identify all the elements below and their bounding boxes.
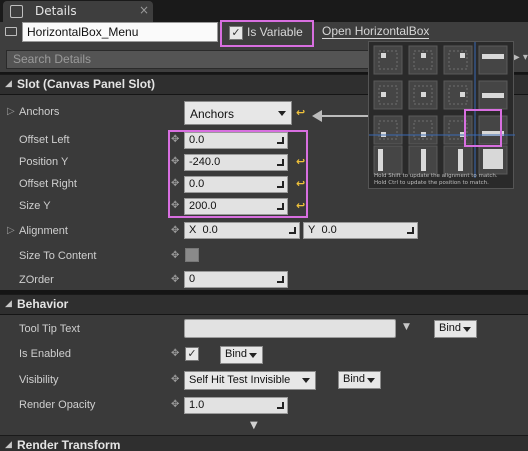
open-horizontalbox-link[interactable]: Open HorizontalBox bbox=[322, 24, 430, 39]
resize-icon bbox=[289, 227, 296, 234]
widget-name-input[interactable]: HorizontalBox_Menu bbox=[22, 22, 218, 42]
collapse-icon: ◢ bbox=[5, 440, 12, 450]
callout-arrow-line bbox=[320, 115, 372, 117]
anchor-grid bbox=[369, 42, 515, 178]
alignment-x-field[interactable]: X 0.0 bbox=[184, 222, 300, 239]
alignment-label: Alignment bbox=[19, 225, 68, 237]
anchor-top-left bbox=[373, 45, 403, 75]
offset-fields-highlight bbox=[168, 130, 308, 218]
bind-label: Bind bbox=[225, 348, 248, 360]
is-variable-checkbox[interactable]: ✓ bbox=[229, 26, 243, 40]
pin-icon[interactable]: ✥ bbox=[171, 274, 179, 285]
alignment-y-field[interactable]: Y 0.0 bbox=[303, 222, 418, 239]
alignment-y-value: 0.0 bbox=[321, 224, 337, 236]
anchor-top-stretch bbox=[478, 45, 508, 75]
collapse-icon: ◢ bbox=[5, 299, 12, 309]
zorder-field[interactable]: 0 bbox=[184, 271, 288, 288]
close-icon[interactable]: × bbox=[139, 3, 149, 17]
position-y-label: Position Y bbox=[19, 156, 69, 168]
alignment-x-label: X bbox=[189, 224, 197, 236]
chevron-down-icon bbox=[249, 353, 257, 358]
size-y-label: Size Y bbox=[19, 200, 51, 212]
resize-icon bbox=[277, 402, 284, 409]
offset-right-label: Offset Right bbox=[19, 178, 77, 190]
callout-arrow-head bbox=[312, 110, 322, 122]
anchors-value: Anchors bbox=[190, 107, 235, 121]
pin-icon[interactable]: ✥ bbox=[171, 374, 179, 385]
anchor-presets-popup: Hold Shift to update the alignment to ma… bbox=[368, 41, 515, 189]
tab-title: Details bbox=[35, 4, 77, 18]
anchor-top-center bbox=[408, 45, 438, 75]
pin-icon[interactable]: ✥ bbox=[171, 250, 179, 261]
anchor-bottom-stretch bbox=[478, 115, 508, 145]
visibility-bind-button[interactable]: Bind bbox=[338, 371, 381, 389]
resize-icon bbox=[277, 276, 284, 283]
reset-icon[interactable]: ↩ bbox=[296, 106, 305, 119]
advanced-expand-icon[interactable]: ▼ bbox=[250, 420, 258, 431]
tooltip-input[interactable] bbox=[184, 319, 396, 338]
is-variable-label: Is Variable bbox=[247, 25, 303, 39]
expand-icon[interactable]: ▷ bbox=[7, 106, 15, 117]
tooltip-label: Tool Tip Text bbox=[19, 323, 80, 335]
render-opacity-label: Render Opacity bbox=[19, 399, 96, 411]
alignment-y-label: Y bbox=[308, 224, 316, 236]
chevron-down-icon bbox=[463, 327, 471, 332]
render-opacity-field[interactable]: 1.0 bbox=[184, 397, 288, 414]
details-icon bbox=[10, 5, 23, 18]
is-enabled-bind-button[interactable]: Bind bbox=[220, 346, 263, 364]
section-render-transform[interactable]: ◢ Render Transform bbox=[0, 435, 528, 451]
popup-note-shift: Hold Shift to update the alignment to ma… bbox=[374, 173, 498, 179]
size-to-content-label: Size To Content bbox=[19, 250, 97, 262]
section-render-transform-title: Render Transform bbox=[17, 438, 121, 451]
section-behavior-title: Behavior bbox=[17, 297, 69, 311]
visibility-value: Self Hit Test Invisible bbox=[189, 374, 291, 386]
section-behavior[interactable]: ◢ Behavior bbox=[0, 294, 528, 314]
alignment-x-value: 0.0 bbox=[202, 224, 218, 236]
collapse-icon: ◢ bbox=[5, 79, 12, 89]
section-slot-title: Slot (Canvas Panel Slot) bbox=[17, 77, 156, 91]
tab-details[interactable]: Details × bbox=[3, 1, 153, 22]
anchors-label: Anchors bbox=[19, 106, 60, 118]
bind-label: Bind bbox=[343, 373, 366, 385]
offset-left-label: Offset Left bbox=[19, 134, 70, 146]
visibility-label: Visibility bbox=[19, 374, 59, 386]
resize-icon bbox=[407, 227, 414, 234]
chevron-down-icon bbox=[367, 378, 375, 383]
anchor-bottom-right bbox=[443, 115, 473, 145]
is-enabled-label: Is Enabled bbox=[19, 348, 71, 360]
popup-note-ctrl: Hold Ctrl to update the position to matc… bbox=[374, 180, 489, 186]
is-enabled-checkbox[interactable]: ✓ bbox=[185, 347, 199, 361]
anchors-dropdown[interactable]: Anchors bbox=[184, 101, 292, 125]
pin-icon[interactable]: ✥ bbox=[171, 225, 179, 236]
expand-icon[interactable]: ▷ bbox=[7, 225, 15, 236]
tooltip-bind-button[interactable]: Bind bbox=[434, 320, 477, 338]
visibility-dropdown[interactable]: Self Hit Test Invisible bbox=[184, 371, 316, 390]
anchor-top-right bbox=[443, 45, 473, 75]
render-opacity-value: 1.0 bbox=[189, 399, 205, 411]
anchor-bottom-center bbox=[408, 115, 438, 145]
anchor-center-left bbox=[373, 80, 403, 110]
anchor-center-right bbox=[443, 80, 473, 110]
widget-icon bbox=[5, 27, 17, 36]
zorder-value: 0 bbox=[189, 273, 196, 285]
chevron-down-icon bbox=[302, 378, 310, 383]
chevron-down-icon bbox=[278, 111, 286, 116]
pin-icon[interactable]: ✥ bbox=[171, 399, 179, 410]
chevron-down-icon[interactable]: ▼ bbox=[403, 322, 410, 332]
bind-label: Bind bbox=[439, 322, 462, 334]
pin-icon[interactable]: ✥ bbox=[171, 348, 179, 359]
zorder-label: ZOrder bbox=[19, 274, 54, 286]
anchor-bottom-left bbox=[373, 115, 403, 145]
size-to-content-checkbox[interactable] bbox=[185, 248, 199, 262]
